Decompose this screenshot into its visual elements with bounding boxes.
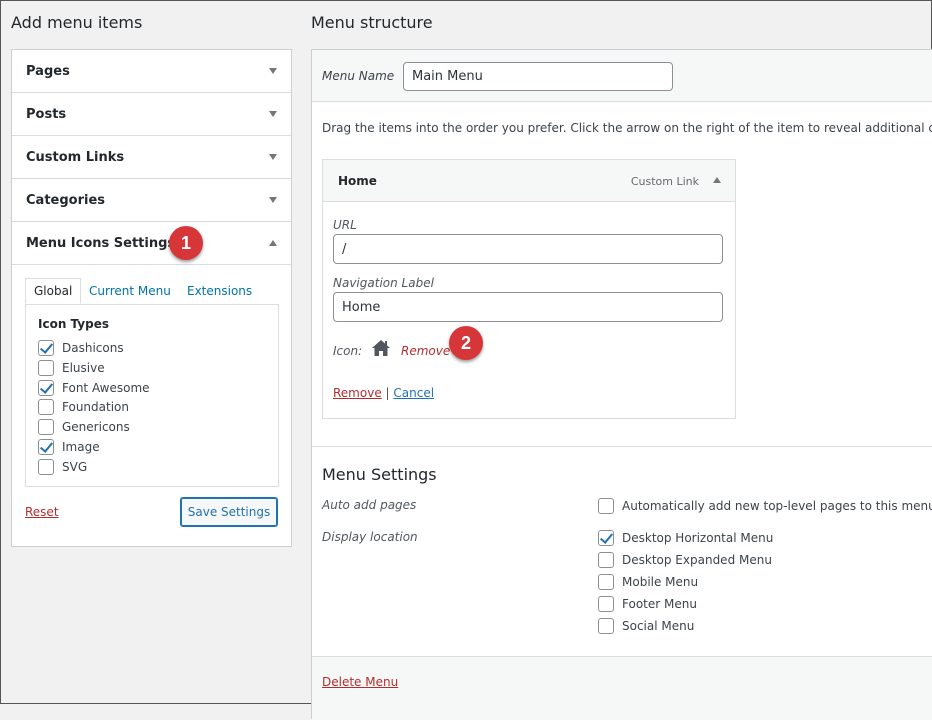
navigation-label-label: Navigation Label xyxy=(333,276,434,290)
navigation-label-input[interactable] xyxy=(333,292,723,322)
home-icon[interactable] xyxy=(371,338,391,358)
icon-type-label: Image xyxy=(62,440,100,454)
chevron-down-icon xyxy=(269,154,277,160)
checkbox[interactable] xyxy=(38,439,54,455)
location-desktop-horizontal[interactable]: Desktop Horizontal Menu xyxy=(598,530,773,546)
location-social[interactable]: Social Menu xyxy=(598,618,694,634)
icon-type-label: Foundation xyxy=(62,400,129,414)
step-badge-1: 1 xyxy=(169,226,203,260)
checkbox[interactable] xyxy=(598,596,614,612)
checkbox[interactable] xyxy=(38,360,54,376)
icon-type-foundation[interactable]: Foundation xyxy=(38,399,129,415)
menu-structure-panel: Menu Name Drag the items into the order … xyxy=(311,49,932,720)
item-actions: Remove | Cancel xyxy=(333,386,434,400)
checkbox[interactable] xyxy=(598,552,614,568)
action-separator: | xyxy=(385,386,390,400)
icon-type-label: Dashicons xyxy=(62,341,124,355)
add-menu-items-title: Add menu items xyxy=(11,13,143,32)
location-label: Footer Menu xyxy=(622,597,697,611)
checkbox[interactable] xyxy=(598,530,614,546)
chevron-down-icon xyxy=(269,111,277,117)
location-label: Social Menu xyxy=(622,619,695,633)
display-location-label: Display location xyxy=(322,530,418,544)
icon-type-svg[interactable]: SVG xyxy=(38,459,87,475)
auto-add-pages-option[interactable]: Automatically add new top-level pages to… xyxy=(598,498,932,514)
chevron-down-icon xyxy=(269,197,277,203)
checkbox[interactable] xyxy=(38,459,54,475)
menu-item-header[interactable]: Home Custom Link xyxy=(323,160,735,202)
icon-type-label: Font Awesome xyxy=(62,381,150,395)
accordion-menu-icons-settings-label: Menu Icons Settings xyxy=(26,235,176,251)
accordion-posts[interactable]: Posts xyxy=(12,93,291,136)
accordion-pages[interactable]: Pages xyxy=(12,50,291,93)
location-label: Mobile Menu xyxy=(622,575,699,589)
menu-footer-bar: Delete Menu xyxy=(312,656,932,720)
menu-structure-title: Menu structure xyxy=(311,13,433,32)
location-label: Desktop Horizontal Menu xyxy=(622,531,774,545)
tab-current-menu[interactable]: Current Menu xyxy=(81,278,179,304)
accordion-custom-links[interactable]: Custom Links xyxy=(12,136,291,179)
menu-item-home: Home Custom Link URL Navigation Label Ic… xyxy=(322,159,736,419)
delete-menu-link[interactable]: Delete Menu xyxy=(322,675,398,689)
location-label: Desktop Expanded Menu xyxy=(622,553,772,567)
menu-name-label: Menu Name xyxy=(322,69,395,83)
chevron-down-icon xyxy=(269,68,277,74)
checkbox[interactable] xyxy=(38,340,54,356)
tab-extensions[interactable]: Extensions xyxy=(179,278,260,304)
accordion-pages-label: Pages xyxy=(26,63,70,79)
accordion-categories-label: Categories xyxy=(26,192,106,208)
tab-global[interactable]: Global xyxy=(25,278,82,304)
menu-item-title: Home xyxy=(338,174,377,188)
location-desktop-expanded[interactable]: Desktop Expanded Menu xyxy=(598,552,772,568)
reset-link[interactable]: Reset xyxy=(25,505,59,519)
checkbox[interactable] xyxy=(598,498,614,514)
divider xyxy=(312,446,932,447)
global-tab-panel: Icon Types Dashicons Elusive Font Awesom… xyxy=(25,304,279,487)
menu-name-bar: Menu Name xyxy=(312,50,932,102)
instructions-text: Drag the items into the order you prefer… xyxy=(322,121,932,135)
menu-item-type: Custom Link xyxy=(630,175,699,188)
checkbox[interactable] xyxy=(598,618,614,634)
checkbox[interactable] xyxy=(38,419,54,435)
url-input[interactable] xyxy=(333,234,723,264)
menu-settings-title: Menu Settings xyxy=(322,465,437,484)
icon-remove-link[interactable]: Remove xyxy=(401,344,450,358)
icon-types-label: Icon Types xyxy=(38,317,109,331)
icon-type-genericons[interactable]: Genericons xyxy=(38,419,130,435)
checkbox[interactable] xyxy=(598,574,614,590)
icon-type-label: SVG xyxy=(62,460,88,474)
icon-type-font-awesome[interactable]: Font Awesome xyxy=(38,380,150,396)
accordion-custom-links-label: Custom Links xyxy=(26,149,125,165)
location-footer[interactable]: Footer Menu xyxy=(598,596,697,612)
accordion-posts-label: Posts xyxy=(26,106,67,122)
icon-type-dashicons[interactable]: Dashicons xyxy=(38,340,124,356)
icon-label: Icon: xyxy=(333,344,363,358)
accordion-categories[interactable]: Categories xyxy=(12,179,291,222)
menu-name-input[interactable] xyxy=(403,62,673,91)
remove-item-link[interactable]: Remove xyxy=(333,386,382,400)
cancel-link[interactable]: Cancel xyxy=(393,386,434,400)
step-badge-2: 2 xyxy=(449,326,483,360)
auto-add-pages-label: Auto add pages xyxy=(322,498,417,512)
chevron-up-icon[interactable] xyxy=(713,177,721,183)
icon-type-elusive[interactable]: Elusive xyxy=(38,360,105,376)
checkbox[interactable] xyxy=(38,380,54,396)
accordion-menu-icons-settings[interactable]: Menu Icons Settings xyxy=(12,222,291,265)
chevron-up-icon xyxy=(269,240,277,246)
add-menu-items-panel: Pages Posts Custom Links Categories Menu… xyxy=(11,49,292,547)
url-label: URL xyxy=(333,218,357,232)
save-settings-button[interactable]: Save Settings xyxy=(180,497,278,527)
location-mobile[interactable]: Mobile Menu xyxy=(598,574,698,590)
icon-type-image[interactable]: Image xyxy=(38,439,100,455)
auto-add-pages-option-label: Automatically add new top-level pages to… xyxy=(622,499,932,513)
icon-type-label: Genericons xyxy=(62,420,130,434)
checkbox[interactable] xyxy=(38,399,54,415)
icon-type-label: Elusive xyxy=(62,361,105,375)
